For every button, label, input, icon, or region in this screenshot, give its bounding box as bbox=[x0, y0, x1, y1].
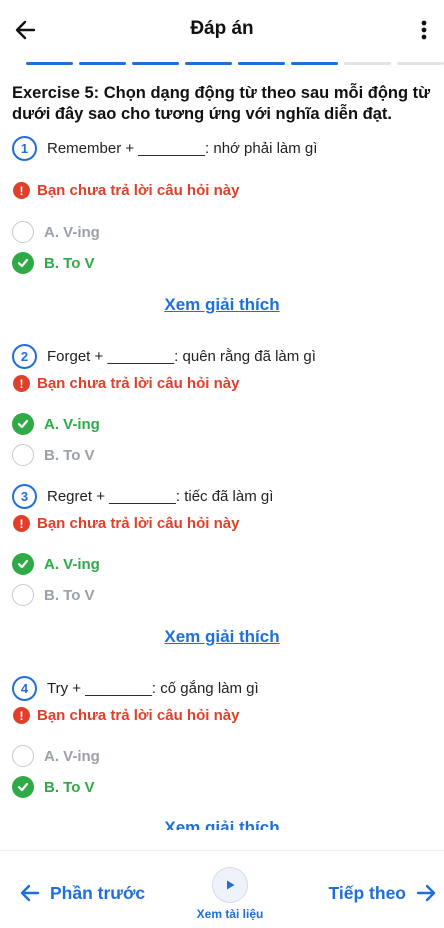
answer-content[interactable]: Exercise 5: Chọn dạng động từ theo sau m… bbox=[0, 78, 444, 830]
radio-empty-icon bbox=[12, 745, 34, 767]
option-label: A. V-ing bbox=[44, 747, 100, 765]
view-document-button[interactable]: Xem tài liệu bbox=[192, 867, 268, 921]
more-menu-button[interactable] bbox=[412, 16, 436, 44]
exercise-title: Exercise 5: Chọn dạng động từ theo sau m… bbox=[12, 84, 431, 123]
question-number: 4 bbox=[12, 676, 37, 701]
warning-text: Bạn chưa trả lời câu hỏi này bbox=[37, 375, 240, 392]
option-label: B. To V bbox=[44, 778, 95, 796]
unanswered-warning: ! Bạn chưa trả lời câu hỏi này bbox=[13, 707, 239, 724]
option-b-correct: B. To V bbox=[12, 776, 95, 798]
progress-segment bbox=[344, 62, 391, 65]
check-circle-icon bbox=[12, 413, 34, 435]
question-2: 2 Forget + ________: quên rằng đã làm gì bbox=[12, 344, 316, 369]
progress-segment bbox=[238, 62, 285, 65]
option-label: B. To V bbox=[44, 254, 95, 272]
radio-empty-icon bbox=[12, 444, 34, 466]
check-circle-icon bbox=[12, 776, 34, 798]
progress-segment bbox=[132, 62, 179, 65]
next-button[interactable]: Tiếp theo bbox=[329, 881, 438, 905]
arrow-right-icon bbox=[416, 884, 436, 902]
option-b-correct: B. To V bbox=[12, 252, 95, 274]
explain-link[interactable]: Xem giải thích bbox=[0, 627, 444, 647]
option-label: B. To V bbox=[44, 446, 95, 464]
next-label: Tiếp theo bbox=[328, 882, 406, 903]
unanswered-warning: ! Bạn chưa trả lời câu hỏi này bbox=[13, 515, 239, 532]
previous-section-button[interactable]: Phần trước bbox=[18, 881, 145, 905]
progress-segment bbox=[185, 62, 232, 65]
option-a: A. V-ing bbox=[12, 221, 100, 243]
alert-icon: ! bbox=[13, 707, 30, 724]
option-label: B. To V bbox=[44, 586, 95, 604]
question-text: Remember + ________: nhớ phải làm gì bbox=[47, 140, 318, 157]
check-circle-icon bbox=[12, 553, 34, 575]
option-a-correct: A. V-ing bbox=[12, 413, 100, 435]
top-bar: Đáp án bbox=[0, 0, 444, 60]
option-label: A. V-ing bbox=[44, 223, 100, 241]
more-vertical-icon bbox=[421, 20, 427, 40]
question-3: 3 Regret + ________: tiếc đã làm gì bbox=[12, 484, 273, 509]
option-b: B. To V bbox=[12, 584, 95, 606]
question-number: 3 bbox=[12, 484, 37, 509]
progress-segment bbox=[26, 62, 73, 65]
radio-empty-icon bbox=[12, 221, 34, 243]
alert-icon: ! bbox=[13, 182, 30, 199]
question-text: Forget + ________: quên rằng đã làm gì bbox=[47, 348, 316, 365]
question-4: 4 Try + ________: cố gắng làm gì bbox=[12, 676, 259, 701]
arrow-left-icon bbox=[20, 884, 40, 902]
option-a-correct: A. V-ing bbox=[12, 553, 100, 575]
progress-bar bbox=[26, 62, 444, 66]
page-title: Đáp án bbox=[190, 18, 254, 39]
progress-segment bbox=[397, 62, 444, 65]
progress-segment bbox=[291, 62, 338, 65]
alert-icon: ! bbox=[13, 515, 30, 532]
view-document-label: Xem tài liệu bbox=[196, 907, 264, 921]
explain-link[interactable]: Xem giải thích bbox=[0, 295, 444, 315]
question-1: 1 Remember + ________: nhớ phải làm gì bbox=[12, 136, 317, 161]
option-label: A. V-ing bbox=[44, 555, 100, 573]
progress-segment bbox=[79, 62, 126, 65]
explain-link[interactable]: Xem giải thích bbox=[0, 818, 444, 830]
question-number: 1 bbox=[12, 136, 37, 161]
alert-icon: ! bbox=[13, 375, 30, 392]
check-circle-icon bbox=[12, 252, 34, 274]
bottom-nav: Phần trước Xem tài liệu Tiếp theo bbox=[0, 850, 444, 928]
option-b: B. To V bbox=[12, 444, 95, 466]
question-text: Try + ________: cố gắng làm gì bbox=[47, 680, 259, 697]
unanswered-warning: ! Bạn chưa trả lời câu hỏi này bbox=[13, 182, 239, 199]
unanswered-warning: ! Bạn chưa trả lời câu hỏi này bbox=[13, 375, 239, 392]
option-label: A. V-ing bbox=[44, 415, 100, 433]
question-text: Regret + ________: tiếc đã làm gì bbox=[47, 488, 274, 505]
previous-label: Phần trước bbox=[50, 882, 146, 903]
warning-text: Bạn chưa trả lời câu hỏi này bbox=[37, 182, 240, 199]
warning-text: Bạn chưa trả lời câu hỏi này bbox=[37, 515, 240, 532]
option-a: A. V-ing bbox=[12, 745, 100, 767]
radio-empty-icon bbox=[12, 584, 34, 606]
question-number: 2 bbox=[12, 344, 37, 369]
warning-text: Bạn chưa trả lời câu hỏi này bbox=[37, 707, 240, 724]
play-icon bbox=[212, 867, 248, 903]
